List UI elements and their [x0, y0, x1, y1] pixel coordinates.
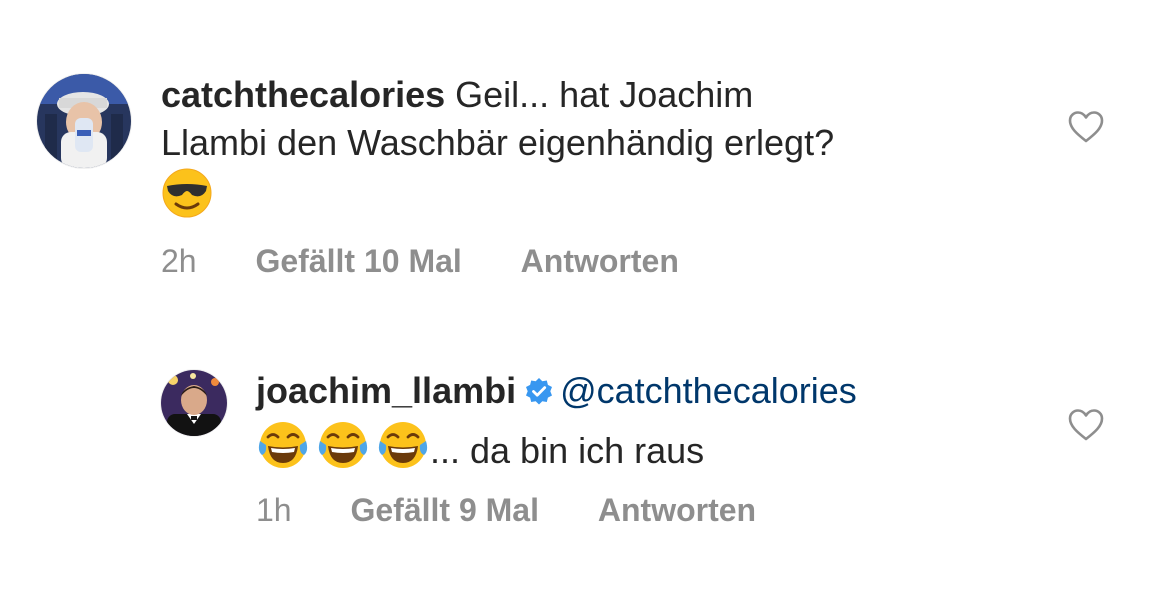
mention-link[interactable]: @catchthecalories — [560, 370, 857, 411]
reply-button[interactable]: Antworten — [521, 241, 679, 281]
tears-of-joy-emoji-icon — [256, 419, 310, 483]
avatar[interactable] — [37, 74, 131, 168]
verified-badge-icon — [524, 371, 554, 419]
comment-text: ... da bin ich raus — [430, 430, 705, 471]
comment-username[interactable]: joachim_llambi — [256, 370, 516, 411]
likes-count-link[interactable]: Gefällt 10 Mal — [255, 241, 461, 281]
comment-timestamp: 1h — [256, 492, 292, 528]
reply-button[interactable]: Antworten — [598, 490, 756, 530]
comment-timestamp: 2h — [161, 243, 197, 279]
likes-count-link[interactable]: Gefällt 9 Mal — [350, 490, 539, 530]
comment-text: Geil... hat Joachim — [455, 74, 754, 115]
heart-icon[interactable] — [1068, 110, 1104, 144]
sunglasses-emoji-icon — [161, 167, 213, 231]
tears-of-joy-emoji-icon — [316, 419, 370, 483]
heart-icon[interactable] — [1068, 408, 1104, 442]
comment-username[interactable]: catchthecalories — [161, 74, 445, 115]
comment-text-continued: Llambi den Waschbär eigenhändig erlegt? — [161, 122, 835, 163]
avatar[interactable] — [161, 370, 227, 436]
tears-of-joy-emoji-icon — [376, 419, 430, 483]
